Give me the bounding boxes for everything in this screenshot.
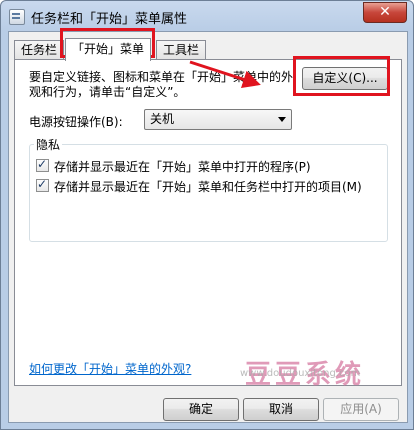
tab-toolbars[interactable]: 工具栏 [156, 40, 207, 60]
power-button-label: 电源按钮操作(B): [29, 115, 123, 129]
power-button-value: 关机 [150, 112, 175, 126]
ok-button[interactable]: 确定 [163, 398, 239, 421]
close-button[interactable]: ✕ [363, 2, 407, 23]
start-menu-panel: 要自定义链接、图标和菜单在「开始」菜单中的外观和行为，请单击“自定义”。 自定义… [14, 59, 402, 390]
power-button-select[interactable]: 关机 [144, 109, 292, 130]
window-title: 任务栏和「开始」菜单属性 [31, 12, 188, 27]
tab-taskbar[interactable]: 任务栏 [14, 40, 65, 60]
chevron-down-icon [278, 117, 286, 122]
privacy-group: 隐私 存储并显示最近在「开始」菜单中打开的程序(P) 存储并显示最近在「开始」菜… [29, 136, 388, 242]
annotation-box-button [293, 56, 390, 96]
privacy-group-title: 隐私 [34, 136, 63, 153]
title-bar[interactable]: 任务栏和「开始」菜单属性 ✕ [1, 1, 413, 31]
customize-description: 要自定义链接、图标和菜单在「开始」菜单中的外观和行为，请单击“自定义”。 [29, 70, 294, 99]
tab-start-menu[interactable]: 「开始」菜单 [65, 38, 152, 61]
recent-items-label: 存储并显示最近在「开始」菜单和任务栏中打开的项目(M) [54, 180, 362, 194]
taskbar-properties-icon [9, 9, 25, 25]
cancel-button[interactable]: 取消 [243, 398, 319, 421]
recent-programs-label: 存储并显示最近在「开始」菜单中打开的程序(P) [54, 160, 311, 174]
recent-items-checkbox[interactable] [36, 177, 49, 192]
recent-programs-checkbox[interactable] [36, 157, 49, 172]
watermark-url: www.doudouxitong.com [240, 368, 361, 379]
help-link[interactable]: 如何更改「开始」菜单的外观? [29, 360, 191, 377]
apply-button[interactable]: 应用(A) [323, 398, 399, 421]
